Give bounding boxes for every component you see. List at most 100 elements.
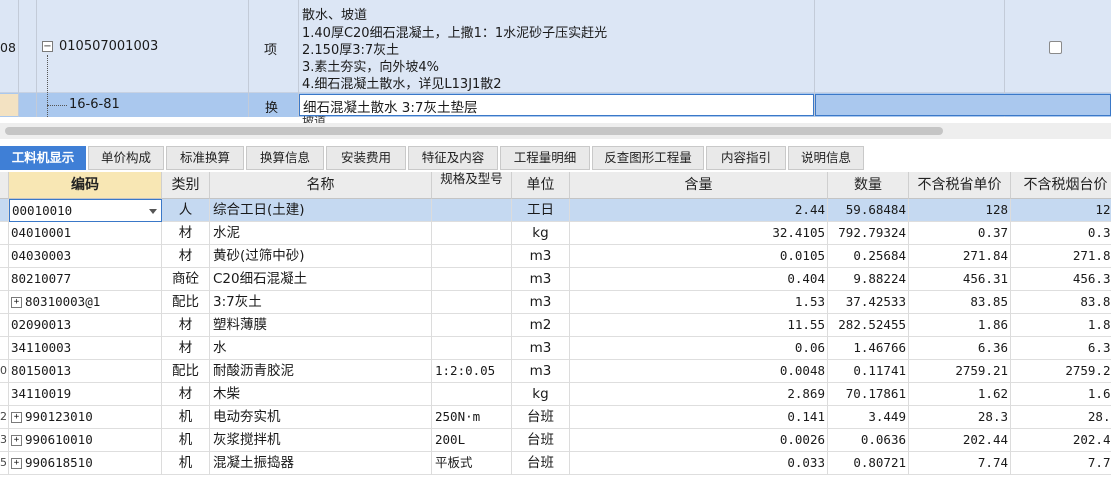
type-cell[interactable]: 机 bbox=[162, 429, 210, 452]
quantity-cell[interactable]: 0.11741 bbox=[828, 360, 909, 383]
content-cell[interactable]: 1.53 bbox=[570, 291, 828, 314]
unit-cell[interactable]: m2 bbox=[512, 314, 570, 337]
quantity-cell[interactable]: 1.46766 bbox=[828, 337, 909, 360]
spec-cell[interactable] bbox=[432, 268, 512, 291]
type-cell[interactable]: 材 bbox=[162, 222, 210, 245]
row-header-number[interactable] bbox=[0, 337, 9, 360]
yantai-price-cell[interactable]: 456.31 bbox=[1011, 268, 1111, 291]
dropdown-arrow-icon[interactable] bbox=[149, 209, 157, 214]
header-name[interactable]: 名称 bbox=[210, 172, 432, 199]
scrollbar-thumb[interactable] bbox=[5, 127, 943, 135]
tab-conversion-info[interactable]: 换算信息 bbox=[246, 146, 324, 170]
type-cell[interactable]: 材 bbox=[162, 245, 210, 268]
quantity-cell[interactable]: 0.80721 bbox=[828, 452, 909, 475]
content-cell[interactable]: 0.06 bbox=[570, 337, 828, 360]
name-cell[interactable]: 水 bbox=[210, 337, 432, 360]
yantai-price-cell[interactable]: 1.86 bbox=[1011, 314, 1111, 337]
header-quantity[interactable]: 数量 bbox=[828, 172, 909, 199]
code-cell[interactable]: +990610010 bbox=[9, 429, 162, 452]
province-price-cell[interactable]: 0.37 bbox=[909, 222, 1011, 245]
spec-cell[interactable] bbox=[432, 291, 512, 314]
code-cell[interactable]: +990123010 bbox=[9, 406, 162, 429]
yantai-price-cell[interactable]: 6.36 bbox=[1011, 337, 1111, 360]
province-price-cell[interactable]: 1.62 bbox=[909, 383, 1011, 406]
content-cell[interactable]: 0.404 bbox=[570, 268, 828, 291]
name-cell[interactable]: 3:7灰土 bbox=[210, 291, 432, 314]
code-cell[interactable]: 04030003 bbox=[9, 245, 162, 268]
unit-cell[interactable]: m3 bbox=[512, 245, 570, 268]
code-cell[interactable]: 80150013 bbox=[9, 360, 162, 383]
name-cell[interactable]: 耐酸沥青胶泥 bbox=[210, 360, 432, 383]
type-cell[interactable]: 配比 bbox=[162, 360, 210, 383]
type-cell[interactable]: 配比 bbox=[162, 291, 210, 314]
content-cell[interactable]: 0.0105 bbox=[570, 245, 828, 268]
collapse-icon[interactable]: − bbox=[42, 41, 53, 52]
tab-reverse-graphic[interactable]: 反查图形工程量 bbox=[592, 146, 704, 170]
province-price-cell[interactable]: 28.3 bbox=[909, 406, 1011, 429]
table-row[interactable]: 5 +990618510 机混凝土振捣器 平板式 台班 0.033 0.80721 7.74 7… bbox=[0, 452, 1111, 475]
expand-icon[interactable]: + bbox=[11, 435, 22, 446]
unit-cell[interactable]: 台班 bbox=[512, 429, 570, 452]
spec-cell[interactable] bbox=[432, 314, 512, 337]
type-cell[interactable]: 人 bbox=[162, 199, 210, 222]
unit-cell[interactable]: 工日 bbox=[512, 199, 570, 222]
content-cell[interactable]: 2.869 bbox=[570, 383, 828, 406]
type-cell[interactable]: 材 bbox=[162, 383, 210, 406]
content-cell[interactable]: 11.55 bbox=[570, 314, 828, 337]
code-cell[interactable]: 02090013 bbox=[9, 314, 162, 337]
content-cell[interactable]: 0.0026 bbox=[570, 429, 828, 452]
table-row[interactable]: 0 80150013 配比 耐酸沥青胶泥 1:2:0.05 m3 0.0048 0.11741… bbox=[0, 360, 1111, 383]
spec-cell[interactable]: 250N·m bbox=[432, 406, 512, 429]
table-row[interactable]: 34110003材水m30.061.467666.366.36 bbox=[0, 337, 1111, 360]
type-cell[interactable]: 材 bbox=[162, 337, 210, 360]
name-cell[interactable]: C20细石混凝土 bbox=[210, 268, 432, 291]
tree-row-item[interactable] bbox=[0, 0, 1111, 93]
province-price-cell[interactable]: 128 bbox=[909, 199, 1011, 222]
content-cell[interactable]: 0.0048 bbox=[570, 360, 828, 383]
province-price-cell[interactable]: 6.36 bbox=[909, 337, 1011, 360]
code-cell[interactable]: 34110003 bbox=[9, 337, 162, 360]
quantity-cell[interactable]: 0.0636 bbox=[828, 429, 909, 452]
quantity-cell[interactable]: 37.42533 bbox=[828, 291, 909, 314]
unit-cell[interactable]: m3 bbox=[512, 291, 570, 314]
name-cell[interactable]: 综合工日(土建) bbox=[210, 199, 432, 222]
table-row[interactable]: 02090013材塑料薄膜m211.55282.524551.861.86 bbox=[0, 314, 1111, 337]
quantity-cell[interactable]: 70.17861 bbox=[828, 383, 909, 406]
code-cell[interactable]: 04010001 bbox=[9, 222, 162, 245]
tab-labor-material[interactable]: 工料机显示 bbox=[0, 146, 86, 170]
spec-cell[interactable] bbox=[432, 199, 512, 222]
header-content[interactable]: 含量 bbox=[570, 172, 828, 199]
row-header-number[interactable] bbox=[0, 383, 9, 406]
table-row[interactable]: 34110019材木柴kg2.86970.178611.621.62 bbox=[0, 383, 1111, 406]
content-cell[interactable]: 0.033 bbox=[570, 452, 828, 475]
quantity-cell[interactable]: 0.25684 bbox=[828, 245, 909, 268]
yantai-price-cell[interactable]: 271.84 bbox=[1011, 245, 1111, 268]
table-row[interactable]: +80310003@1 配比 3:7灰土 m3 1.53 37.42533 83.85 83.… bbox=[0, 291, 1111, 314]
row-header-number[interactable]: 5 bbox=[0, 452, 9, 475]
spec-cell[interactable]: 平板式 bbox=[432, 452, 512, 475]
table-row[interactable]: 80210077 商砼 C20细石混凝土 m3 0.404 9.88224 456.31 45… bbox=[0, 268, 1111, 291]
spec-cell[interactable] bbox=[432, 222, 512, 245]
tab-content-guide[interactable]: 内容指引 bbox=[706, 146, 786, 170]
quantity-cell[interactable]: 9.88224 bbox=[828, 268, 909, 291]
tab-std-conversion[interactable]: 标准换算 bbox=[166, 146, 244, 170]
expand-icon[interactable]: + bbox=[11, 297, 22, 308]
header-spec[interactable]: 规格及型号 bbox=[432, 172, 512, 199]
content-cell[interactable]: 0.141 bbox=[570, 406, 828, 429]
table-row[interactable]: 04030003 材黄砂(过筛中砂) m3 0.0105 0.25684 271.84 27… bbox=[0, 245, 1111, 268]
row-header-number[interactable]: 2 bbox=[0, 406, 9, 429]
table-row[interactable]: 04010001材水泥kg32.4105792.793240.370.37 bbox=[0, 222, 1111, 245]
name-cell[interactable]: 塑料薄膜 bbox=[210, 314, 432, 337]
quantity-cell[interactable]: 792.79324 bbox=[828, 222, 909, 245]
province-price-cell[interactable]: 1.86 bbox=[909, 314, 1011, 337]
yantai-price-cell[interactable]: 128 bbox=[1011, 199, 1111, 222]
row-checkbox[interactable] bbox=[1049, 41, 1062, 54]
code-cell[interactable]: 34110019 bbox=[9, 383, 162, 406]
name-cell[interactable]: 水泥 bbox=[210, 222, 432, 245]
code-cell[interactable]: +80310003@1 bbox=[9, 291, 162, 314]
province-price-cell[interactable]: 7.74 bbox=[909, 452, 1011, 475]
province-price-cell[interactable]: 202.44 bbox=[909, 429, 1011, 452]
name-cell[interactable]: 混凝土振捣器 bbox=[210, 452, 432, 475]
type-cell[interactable]: 机 bbox=[162, 406, 210, 429]
yantai-price-cell[interactable]: 83.85 bbox=[1011, 291, 1111, 314]
